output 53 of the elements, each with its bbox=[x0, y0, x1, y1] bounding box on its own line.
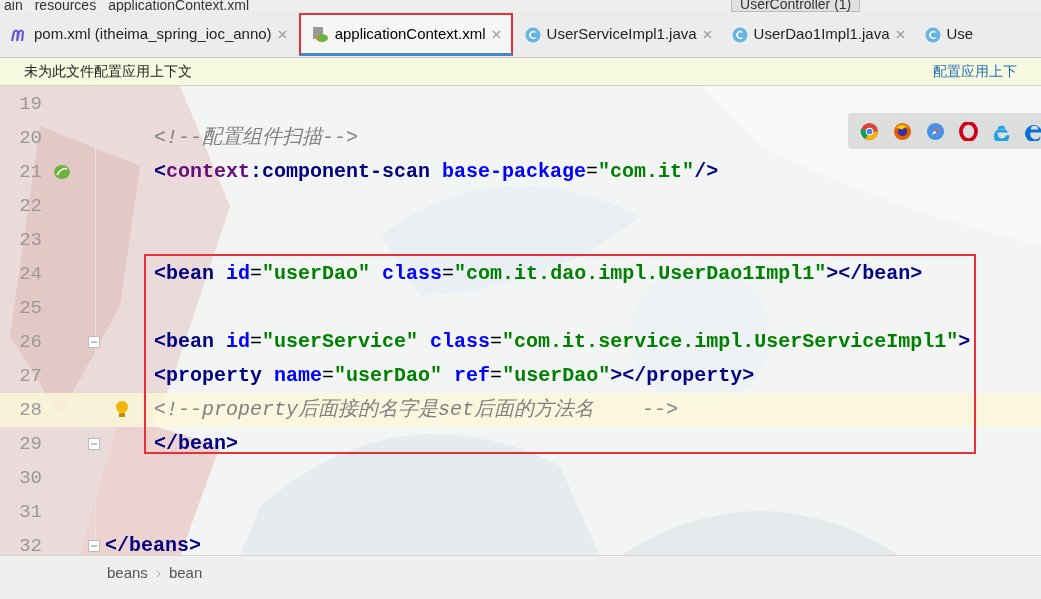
line-number: 30 bbox=[18, 465, 42, 491]
tab-label: Use bbox=[946, 24, 974, 45]
close-icon[interactable] bbox=[895, 30, 905, 39]
code-line: <bean id="userDao" class="com.it.dao.impl.UserDao1Impl1"></bean> bbox=[154, 261, 923, 287]
tab-label: UserDao1Impl1.java bbox=[753, 24, 890, 45]
class-icon bbox=[524, 26, 541, 43]
code-line: <context:component-scan base-package="com.it"/> bbox=[154, 159, 719, 185]
line-number: 25 bbox=[18, 295, 42, 321]
editor-tab[interactable]: UserDao1Impl1.java bbox=[721, 12, 915, 57]
line-number: 22 bbox=[18, 193, 42, 219]
close-icon[interactable] bbox=[491, 29, 501, 39]
editor-tab[interactable]: pom.xml (itheima_spring_ioc_anno) bbox=[0, 12, 297, 57]
breadcrumb-item[interactable]: bean bbox=[168, 562, 203, 585]
tab-label: UserServiceImpl1.java bbox=[546, 24, 697, 45]
editor-tab[interactable]: UserServiceImpl1.java bbox=[514, 12, 722, 57]
chrome-icon[interactable] bbox=[860, 121, 879, 141]
chevron-icon bbox=[155, 569, 161, 578]
line-number: 27 bbox=[18, 363, 42, 389]
notification-message: 未为此文件配置应用上下文 bbox=[24, 62, 192, 81]
breadcrumb-item[interactable]: ain bbox=[4, 0, 23, 12]
xml-file-icon bbox=[310, 25, 329, 43]
code-line: <!--配置组件扫描--> bbox=[154, 125, 358, 151]
lightbulb-icon[interactable] bbox=[114, 400, 130, 420]
line-number: 24 bbox=[18, 261, 42, 287]
line-number: 20 bbox=[18, 125, 42, 151]
code-line: </beans> bbox=[105, 533, 201, 555]
line-number: 19 bbox=[18, 91, 42, 117]
editor-tab[interactable]: applicationContext.xml bbox=[298, 13, 513, 56]
configure-link[interactable]: 配置应用上下 bbox=[933, 61, 1017, 82]
tab-label: pom.xml (itheima_spring_ioc_anno) bbox=[34, 24, 272, 45]
editor-tab[interactable]: Use bbox=[914, 12, 984, 57]
code-line: <!--property后面接的名字是set后面的方法名 --> bbox=[154, 397, 679, 423]
line-number: 23 bbox=[18, 227, 42, 253]
opera-icon[interactable] bbox=[959, 121, 978, 141]
compass-icon[interactable] bbox=[926, 121, 945, 141]
close-icon[interactable] bbox=[702, 30, 712, 39]
code-line: <bean id="userService" class="com.it.service.impl.UserServiceImpl1"> bbox=[154, 329, 971, 355]
class-icon bbox=[924, 26, 941, 43]
breadcrumb-item[interactable]: resources bbox=[34, 0, 97, 12]
code-line: <property name="userDao" ref="userDao"></property> bbox=[154, 363, 755, 389]
line-number: 26 bbox=[18, 329, 42, 355]
close-icon[interactable] bbox=[277, 30, 287, 39]
line-number: 31 bbox=[18, 499, 42, 525]
line-number: 29 bbox=[18, 431, 42, 457]
code-line: </bean> bbox=[154, 431, 238, 457]
line-number: 32 bbox=[18, 533, 42, 555]
line-number: 21 bbox=[18, 159, 42, 185]
line-number: 28 bbox=[18, 397, 42, 423]
breadcrumb-item[interactable]: applicationContext.xml bbox=[108, 0, 249, 12]
tab-label: applicationContext.xml bbox=[334, 23, 486, 44]
breadcrumb-item[interactable]: beans bbox=[107, 562, 148, 585]
firefox-icon[interactable] bbox=[893, 121, 912, 141]
class-icon bbox=[731, 26, 748, 43]
